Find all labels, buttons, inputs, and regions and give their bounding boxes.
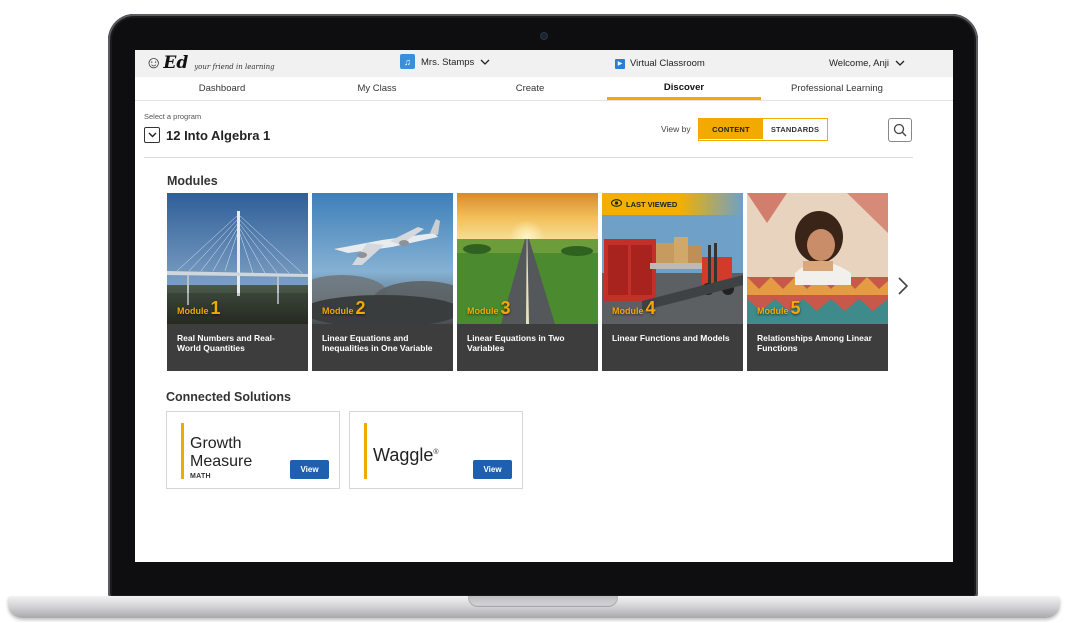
module-title: Relationships Among Linear Functions (747, 324, 888, 371)
module-card-1[interactable]: Module 1 Real Numbers and Real-World Quan… (167, 193, 308, 371)
module-card-3[interactable]: Module 3 Linear Equations in Two Variable… (457, 193, 598, 371)
modules-heading: Modules (167, 174, 218, 188)
program-name: 12 Into Algebra 1 (166, 127, 271, 143)
module-title: Linear Equations in Two Variables (457, 324, 598, 371)
carousel-next-button[interactable] (897, 276, 909, 302)
user-menu[interactable]: Welcome, Anji (829, 58, 905, 69)
chevron-down-icon (480, 58, 490, 68)
view-by-label: View by (661, 124, 691, 134)
view-content-button[interactable]: CONTENT (699, 119, 763, 139)
main-nav: Dashboard My Class Create Discover Profe… (135, 77, 953, 101)
accent-bar (364, 423, 367, 479)
solution-subject: MATH (190, 473, 211, 480)
logo-face-icon: ☺ (145, 53, 163, 72)
tab-discover[interactable]: Discover (607, 77, 761, 100)
solution-title-line1: Growth (190, 435, 242, 452)
module-number-label: Module 4 (612, 298, 656, 318)
growth-measure-card[interactable]: Growth Measure MATH View (166, 411, 340, 489)
laptop-notch (468, 596, 618, 607)
module-number-label: Module 1 (177, 298, 221, 318)
welcome-text: Welcome, Anji (828, 58, 889, 69)
teacher-name: Mrs. Stamps (421, 57, 475, 68)
screen: ☺ Ed your friend in learning ♫ Mrs. Stam… (135, 50, 953, 562)
eye-icon (610, 198, 623, 210)
module-title: Linear Functions and Models (602, 324, 743, 371)
virtual-classroom-label: Virtual Classroom (630, 58, 705, 69)
module-number-label: Module 2 (322, 298, 366, 318)
logo-text: Ed (163, 53, 189, 73)
webcam-icon (541, 33, 547, 39)
module-card-2[interactable]: Module 2 Linear Equations and Inequalitie… (312, 193, 453, 371)
view-by-toggle: CONTENT STANDARDS (698, 118, 828, 141)
solution-title-line2: Measure (190, 453, 253, 470)
teacher-icon: ♫ (400, 54, 415, 69)
module-title: Real Numbers and Real-World Quantities (167, 324, 308, 371)
module-card-5[interactable]: Module 5 Relationships Among Linear Funct… (747, 193, 888, 371)
tab-professional-learning[interactable]: Professional Learning (761, 77, 913, 100)
tab-create[interactable]: Create (453, 77, 607, 100)
chevron-down-icon (144, 127, 160, 143)
module-number-label: Module 5 (757, 298, 801, 318)
module-card-4[interactable]: LAST VIEWED Module 4 Linear Functions and… (602, 193, 743, 371)
search-icon (893, 123, 907, 137)
tab-my-class[interactable]: My Class (301, 77, 453, 100)
connected-solutions-heading: Connected Solutions (166, 390, 291, 404)
ed-logo[interactable]: ☺ Ed your friend in learning (145, 53, 275, 73)
waggle-card[interactable]: Waggle® View (349, 411, 523, 489)
play-icon: ▶ (615, 58, 625, 69)
accent-bar (181, 423, 184, 479)
chevron-right-icon (898, 277, 909, 295)
top-bar: ☺ Ed your friend in learning ♫ Mrs. Stam… (135, 50, 953, 77)
divider (144, 157, 913, 158)
waggle-view-button[interactable]: View (473, 460, 512, 479)
module-title: Linear Equations and Inequalities in One… (312, 324, 453, 371)
tab-dashboard[interactable]: Dashboard (143, 77, 301, 100)
teacher-switcher[interactable]: ♫ Mrs. Stamps (400, 54, 490, 69)
logo-tagline: your friend in learning (194, 63, 275, 71)
chevron-down-icon (895, 59, 905, 69)
growth-measure-view-button[interactable]: View (290, 460, 329, 479)
last-viewed-badge: LAST VIEWED (602, 193, 743, 215)
search-button[interactable] (888, 118, 912, 142)
program-select[interactable]: 12 Into Algebra 1 (144, 127, 270, 143)
virtual-classroom-link[interactable]: ▶ Virtual Classroom (615, 58, 705, 69)
module-number-label: Module 3 (467, 298, 511, 318)
view-standards-button[interactable]: STANDARDS (763, 119, 827, 139)
solution-title: Waggle® (373, 445, 439, 465)
program-label: Select a program (144, 112, 202, 121)
